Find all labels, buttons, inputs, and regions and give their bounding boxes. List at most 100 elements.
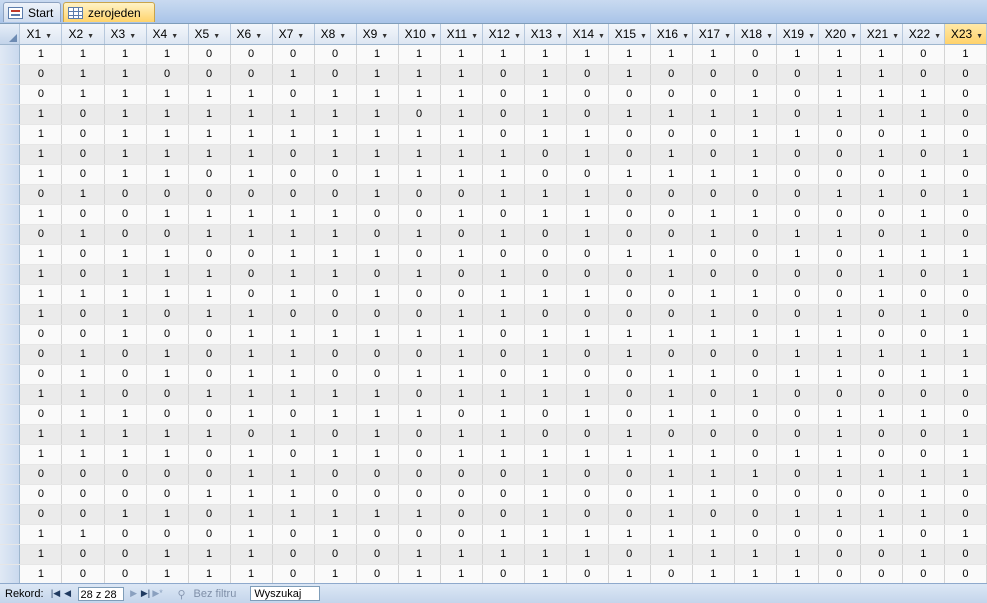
- table-cell[interactable]: 1: [398, 364, 441, 385]
- table-cell[interactable]: 1: [61, 384, 105, 405]
- table-cell[interactable]: 1: [398, 64, 441, 85]
- table-cell[interactable]: 0: [230, 264, 273, 285]
- table-cell[interactable]: 0: [188, 444, 231, 465]
- table-cell[interactable]: 1: [860, 504, 903, 525]
- table-cell[interactable]: 1: [272, 204, 315, 225]
- table-cell[interactable]: 1: [146, 264, 189, 285]
- row-selector[interactable]: [0, 104, 21, 125]
- table-cell[interactable]: 0: [272, 404, 315, 425]
- table-cell[interactable]: 1: [650, 504, 693, 525]
- table-cell[interactable]: 1: [440, 44, 483, 65]
- table-cell[interactable]: 1: [61, 184, 105, 205]
- table-cell[interactable]: 0: [440, 524, 483, 545]
- table-cell[interactable]: 0: [776, 424, 819, 445]
- table-cell[interactable]: 1: [818, 344, 861, 365]
- table-cell[interactable]: 0: [902, 384, 945, 405]
- table-cell[interactable]: 1: [61, 364, 105, 385]
- table-cell[interactable]: 0: [692, 64, 735, 85]
- table-cell[interactable]: 0: [272, 304, 315, 325]
- table-cell[interactable]: 1: [650, 464, 693, 485]
- table-cell[interactable]: 1: [19, 424, 63, 445]
- table-cell[interactable]: 0: [776, 284, 819, 305]
- table-cell[interactable]: 0: [61, 144, 105, 165]
- table-cell[interactable]: 0: [734, 344, 777, 365]
- table-cell[interactable]: 1: [902, 124, 945, 145]
- table-cell[interactable]: 0: [818, 524, 861, 545]
- table-cell[interactable]: 0: [524, 264, 567, 285]
- table-cell[interactable]: 1: [776, 504, 819, 525]
- table-cell[interactable]: 1: [650, 444, 693, 465]
- chevron-down-icon[interactable]: ▼: [514, 33, 521, 40]
- table-cell[interactable]: 1: [398, 324, 441, 345]
- table-cell[interactable]: 0: [566, 264, 609, 285]
- table-cell[interactable]: 1: [692, 484, 735, 505]
- table-cell[interactable]: 0: [314, 464, 357, 485]
- table-cell[interactable]: 1: [734, 564, 777, 583]
- table-cell[interactable]: 0: [692, 344, 735, 365]
- table-cell[interactable]: 0: [104, 564, 147, 583]
- table-cell[interactable]: 1: [650, 244, 693, 265]
- table-cell[interactable]: 1: [146, 144, 189, 165]
- table-cell[interactable]: 1: [566, 44, 609, 65]
- table-cell[interactable]: 0: [860, 444, 903, 465]
- table-cell[interactable]: 1: [356, 104, 399, 125]
- table-cell[interactable]: 1: [398, 44, 441, 65]
- table-cell[interactable]: 1: [230, 524, 273, 545]
- table-cell[interactable]: 0: [272, 544, 315, 565]
- table-cell[interactable]: 1: [356, 44, 399, 65]
- table-cell[interactable]: 0: [566, 504, 609, 525]
- table-cell[interactable]: 1: [692, 164, 735, 185]
- table-cell[interactable]: 1: [188, 104, 231, 125]
- table-cell[interactable]: 0: [650, 184, 693, 205]
- table-cell[interactable]: 1: [272, 484, 315, 505]
- table-cell[interactable]: 0: [566, 464, 609, 485]
- table-cell[interactable]: 0: [566, 484, 609, 505]
- table-cell[interactable]: 0: [104, 204, 147, 225]
- table-cell[interactable]: 1: [860, 64, 903, 85]
- table-cell[interactable]: 1: [314, 224, 357, 245]
- table-cell[interactable]: 0: [776, 384, 819, 405]
- table-cell[interactable]: 0: [734, 404, 777, 425]
- table-cell[interactable]: 0: [650, 84, 693, 105]
- table-cell[interactable]: 1: [398, 164, 441, 185]
- table-cell[interactable]: 0: [860, 204, 903, 225]
- table-cell[interactable]: 1: [482, 304, 525, 325]
- table-cell[interactable]: 0: [566, 64, 609, 85]
- table-cell[interactable]: 0: [398, 284, 441, 305]
- table-cell[interactable]: 0: [188, 464, 231, 485]
- table-cell[interactable]: 1: [818, 404, 861, 425]
- table-cell[interactable]: 0: [902, 324, 945, 345]
- table-cell[interactable]: 1: [104, 64, 147, 85]
- table-cell[interactable]: 1: [944, 344, 987, 365]
- table-cell[interactable]: 0: [818, 144, 861, 165]
- table-cell[interactable]: 1: [188, 544, 231, 565]
- table-cell[interactable]: 1: [776, 224, 819, 245]
- table-cell[interactable]: 1: [734, 324, 777, 345]
- table-cell[interactable]: 0: [902, 564, 945, 583]
- table-cell[interactable]: 0: [902, 284, 945, 305]
- table-cell[interactable]: 1: [524, 104, 567, 125]
- table-cell[interactable]: 1: [61, 404, 105, 425]
- table-cell[interactable]: 0: [19, 324, 63, 345]
- table-cell[interactable]: 0: [818, 284, 861, 305]
- column-header-x3[interactable]: X3 ▼: [104, 24, 147, 45]
- table-cell[interactable]: 1: [398, 404, 441, 425]
- table-cell[interactable]: 1: [19, 204, 63, 225]
- table-cell[interactable]: 1: [524, 444, 567, 465]
- table-cell[interactable]: 0: [776, 464, 819, 485]
- chevron-down-icon[interactable]: ▼: [682, 33, 689, 40]
- table-cell[interactable]: 1: [230, 164, 273, 185]
- column-header-x22[interactable]: X22 ▼: [902, 24, 945, 45]
- table-cell[interactable]: 0: [482, 84, 525, 105]
- table-cell[interactable]: 0: [482, 124, 525, 145]
- table-cell[interactable]: 0: [566, 304, 609, 325]
- table-cell[interactable]: 0: [776, 164, 819, 185]
- table-cell[interactable]: 0: [902, 524, 945, 545]
- row-selector[interactable]: [0, 284, 21, 305]
- table-cell[interactable]: 0: [734, 524, 777, 545]
- table-cell[interactable]: 1: [188, 124, 231, 145]
- table-cell[interactable]: 1: [650, 324, 693, 345]
- table-cell[interactable]: 0: [104, 384, 147, 405]
- row-selector[interactable]: [0, 144, 21, 165]
- table-cell[interactable]: 0: [902, 444, 945, 465]
